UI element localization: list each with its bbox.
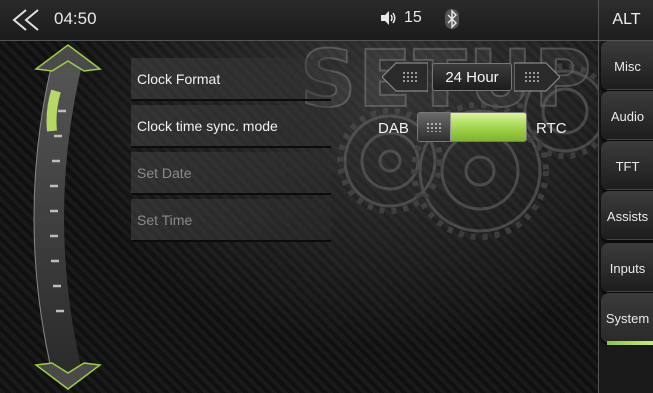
setting-row-set-date[interactable]: Set Date (131, 152, 331, 195)
setting-label: Set Time (137, 211, 193, 228)
bluetooth-icon (445, 9, 459, 29)
tab-system[interactable]: System (601, 293, 653, 345)
setting-row-clock-sync[interactable]: Clock time sync. mode (131, 105, 331, 148)
alt-button[interactable]: ALT (599, 0, 653, 41)
scroll-arc[interactable] (10, 41, 120, 393)
toggle-knob[interactable] (418, 113, 451, 141)
grip-icon (426, 122, 442, 132)
tab-audio[interactable]: Audio (601, 91, 653, 143)
speaker-icon (381, 11, 396, 25)
clock-format-value[interactable]: 24 Hour (432, 63, 512, 91)
sync-mode-toggle[interactable] (417, 112, 527, 142)
category-tabs: ALT Misc Audio TFT Assists Inputs System (598, 0, 653, 393)
setup-panel: SETUP (0, 34, 600, 393)
previous-option-button[interactable] (382, 61, 428, 93)
volume-indicator: 15 (380, 9, 422, 27)
setting-row-set-time[interactable]: Set Time (131, 199, 331, 242)
setting-row-clock-format[interactable]: Clock Format (131, 58, 331, 101)
volume-level: 15 (404, 9, 422, 26)
tab-assists[interactable]: Assists (601, 191, 653, 243)
sync-option-rtc[interactable]: RTC (536, 120, 567, 137)
setting-label: Set Date (137, 164, 192, 181)
clock-time: 04:50 (54, 9, 97, 28)
tab-tft[interactable]: TFT (601, 141, 653, 193)
next-option-button[interactable] (514, 61, 560, 93)
tab-misc[interactable]: Misc (601, 41, 653, 93)
toggle-fill (450, 113, 526, 141)
sync-option-dab[interactable]: DAB (378, 120, 409, 137)
setting-label: Clock time sync. mode (137, 117, 278, 134)
setting-label: Clock Format (137, 70, 221, 87)
tab-inputs[interactable]: Inputs (601, 243, 653, 295)
double-chevron-left-icon[interactable] (10, 8, 46, 32)
